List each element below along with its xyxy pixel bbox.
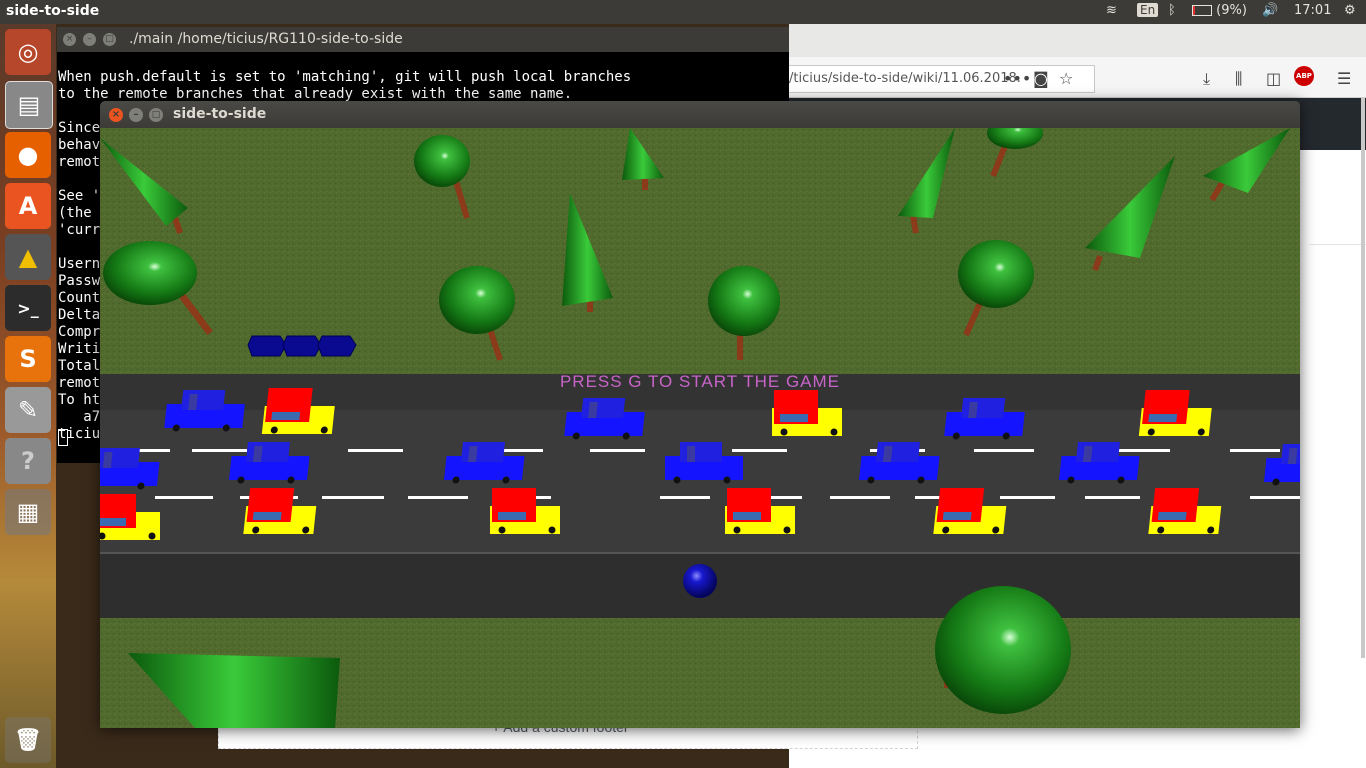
volume-icon[interactable]: 🔊: [1262, 3, 1278, 18]
keyboard-layout-indicator[interactable]: En: [1137, 3, 1159, 18]
battery-indicator[interactable]: (9%): [1192, 3, 1247, 18]
terminal-line: Delta: [58, 307, 101, 323]
library-icon[interactable]: ⫼: [1235, 69, 1242, 89]
active-app-title: side-to-side: [6, 3, 100, 19]
terminal-line: Count: [58, 290, 101, 306]
menu-icon[interactable]: ☰: [1337, 69, 1351, 88]
terminal-line: Compr: [58, 324, 101, 340]
navigation-bar: /ticius/side-to-side/wiki/11.06.2018. ••…: [789, 57, 1366, 98]
terminal-line: remot: [58, 375, 101, 391]
terminal-line: remot: [58, 154, 101, 170]
tab-bar: [789, 24, 1366, 57]
life-cube: [282, 335, 322, 357]
game-window-title: side-to-side: [173, 106, 267, 122]
downloads-icon[interactable]: ⤓: [1203, 69, 1210, 89]
wifi-icon[interactable]: ≋: [1106, 3, 1117, 18]
terminal-line: Writi: [58, 341, 101, 357]
terminal-cursor: [58, 429, 68, 446]
terminal-line: When push.default is set to 'matching', …: [58, 69, 632, 85]
tree-round-bottom: [935, 586, 1071, 714]
minimize-button[interactable]: –: [129, 108, 143, 122]
sublime-launcher-icon[interactable]: S: [5, 336, 51, 382]
files-launcher-icon[interactable]: ▤: [5, 81, 53, 129]
top-panel: side-to-side ≋ En ᛒ (9%) 🔊 17:01 ⚙: [0, 0, 1366, 24]
start-game-message: PRESS G TO START THE GAME: [559, 372, 841, 391]
content-divider: [1309, 244, 1366, 245]
terminal-line: Total: [58, 358, 101, 374]
trash-launcher-icon[interactable]: 🗑: [5, 717, 51, 763]
terminal-line: behav: [58, 137, 101, 153]
launcher: ◎ ▤ ● A ▲ >_ S ✎ ? ▦ 🗑: [0, 24, 56, 768]
clock[interactable]: 17:01: [1294, 3, 1331, 18]
terminal-line: (the: [58, 205, 101, 221]
terminal-maximize-button[interactable]: □: [103, 33, 116, 46]
terminal-line: Usern: [58, 256, 101, 272]
terminal-titlebar: × – □ ./main /home/ticius/RG110-side-to-…: [57, 27, 789, 52]
pocket-icon[interactable]: ◙: [1033, 69, 1049, 88]
battery-icon: [1192, 5, 1212, 16]
life-cube: [317, 335, 357, 357]
page-actions-icon[interactable]: •••: [1003, 69, 1031, 88]
lives-indicator: [247, 335, 357, 357]
help-launcher-icon[interactable]: ?: [5, 438, 51, 484]
terminal-line: Passw: [58, 273, 101, 289]
terminal-line: See ': [58, 188, 101, 204]
terminal-minimize-button[interactable]: –: [83, 33, 96, 46]
adblock-icon[interactable]: ABP: [1294, 66, 1314, 86]
software-launcher-icon[interactable]: A: [5, 183, 51, 229]
game-titlebar: × – □ side-to-side: [100, 101, 1300, 128]
keyboard-layout-label: En: [1137, 3, 1159, 17]
battery-percent: (9%): [1216, 3, 1247, 18]
ubuntu-launcher-icon[interactable]: ◎: [5, 29, 51, 75]
terminal-line: Since: [58, 120, 101, 136]
road-edge-line: [100, 552, 1300, 554]
url-text: /ticius/side-to-side/wiki/11.06.2018.: [789, 71, 1021, 86]
terminal-launcher-icon[interactable]: >_: [5, 285, 51, 331]
game-scene: [100, 128, 1300, 728]
workspaces-launcher-icon[interactable]: ▦: [5, 489, 51, 535]
geogebra-launcher-icon[interactable]: ▲: [5, 234, 51, 280]
scrollbar[interactable]: [1361, 98, 1365, 658]
terminal-line: a7: [58, 409, 101, 425]
firefox-launcher-icon[interactable]: ●: [5, 132, 51, 178]
terminal-title: ./main /home/ticius/RG110-side-to-side: [129, 31, 403, 47]
url-field[interactable]: /ticius/side-to-side/wiki/11.06.2018.: [789, 65, 1095, 93]
sidebar-icon[interactable]: ◫: [1266, 69, 1281, 88]
player-ball: [683, 564, 717, 598]
close-button[interactable]: ×: [109, 108, 123, 122]
terminal-line: 'curr: [58, 222, 101, 238]
gear-icon[interactable]: ⚙: [1344, 3, 1356, 18]
text-editor-launcher-icon[interactable]: ✎: [5, 387, 51, 433]
game-canvas[interactable]: PRESS G TO START THE GAME: [100, 128, 1300, 728]
game-window: × – □ side-to-side PRESS G TO START THE …: [100, 101, 1300, 728]
life-cube: [247, 335, 287, 357]
bluetooth-icon[interactable]: ᛒ: [1168, 3, 1176, 18]
maximize-button[interactable]: □: [149, 108, 163, 122]
bookmark-star-icon[interactable]: ☆: [1059, 69, 1073, 88]
terminal-close-button[interactable]: ×: [63, 33, 76, 46]
terminal-line: To ht: [58, 392, 101, 408]
